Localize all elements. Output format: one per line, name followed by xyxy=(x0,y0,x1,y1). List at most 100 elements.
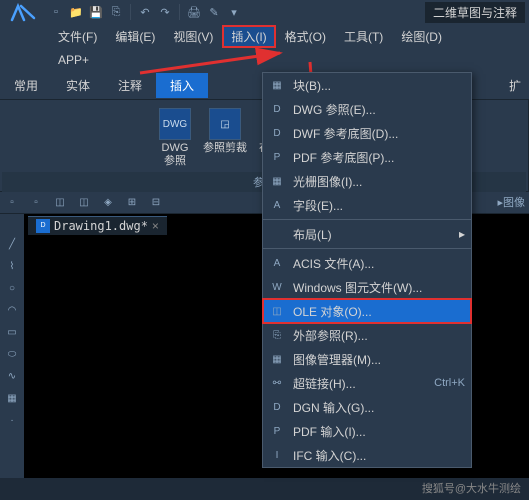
menu-item-label: ACIS 文件(A)... xyxy=(293,255,465,272)
menu-item-label: 外部参照(R)... xyxy=(293,327,465,344)
menu-item-label: 光栅图像(I)... xyxy=(293,173,465,190)
dropdown-item[interactable]: ⚯ 超链接(H)... Ctrl+K xyxy=(263,371,471,395)
dropdown-item[interactable]: D DWG 参照(E)... xyxy=(263,97,471,121)
side-image[interactable]: ▸图像 xyxy=(493,192,529,212)
dropdown-item[interactable]: D DWF 参考底图(D)... xyxy=(263,121,471,145)
dropdown-item[interactable]: 布局(L) ▸ xyxy=(263,222,471,246)
print-icon[interactable]: 🖨 xyxy=(186,4,202,20)
menu-item-label: 超链接(H)... xyxy=(293,375,426,392)
clip-ref-button[interactable]: ◲ 参照剪裁 xyxy=(199,104,251,159)
saveas-icon[interactable]: ⎘ xyxy=(108,4,124,20)
dropdown-item[interactable]: ▦ 图像管理器(M)... xyxy=(263,347,471,371)
app-logo xyxy=(4,0,44,24)
dropdown-item[interactable]: DDGN 输入(G)... xyxy=(263,395,471,419)
hatch-icon[interactable]: ▦ xyxy=(4,390,20,406)
menu-item-label: 块(B)... xyxy=(293,77,465,94)
tab-insert[interactable]: 插入 xyxy=(156,73,208,98)
dropdown-item[interactable]: ▦光栅图像(I)... xyxy=(263,169,471,193)
menu-item-icon: ▦ xyxy=(269,351,285,367)
ellipse-icon[interactable]: ⬭ xyxy=(4,346,20,362)
dropdown-item[interactable]: ▦ 块(B)... xyxy=(263,73,471,97)
menu-view[interactable]: 视图(V) xyxy=(165,26,221,47)
menu-item-label: DWG 参照(E)... xyxy=(293,101,465,118)
menu-item-icon: P xyxy=(269,149,285,165)
dropdown-item[interactable]: A字段(E)... xyxy=(263,193,471,217)
dwg-ref-button[interactable]: DWG DWG 参照 xyxy=(155,104,195,172)
spline-icon[interactable]: ∿ xyxy=(4,368,20,384)
shortcut: Ctrl+K xyxy=(434,377,465,389)
tab-ext[interactable]: 扩 xyxy=(501,73,529,98)
arc-icon[interactable]: ◠ xyxy=(4,302,20,318)
menu-item-label: DWF 参考底图(D)... xyxy=(293,125,465,142)
menu-item-icon: D xyxy=(269,101,285,117)
dropdown-item[interactable]: ⎘ 外部参照(R)... xyxy=(263,323,471,347)
save-icon[interactable]: 💾 xyxy=(88,4,104,20)
menu-file[interactable]: 文件(F) xyxy=(50,26,105,47)
line-icon[interactable]: ╱ xyxy=(4,236,20,252)
dropdown-item[interactable]: P PDF 输入(I)... xyxy=(263,419,471,443)
menu-item-label: PDF 参考底图(P)... xyxy=(293,149,465,166)
dropdown-icon[interactable]: ▾ xyxy=(226,4,242,20)
undo-icon[interactable]: ↶ xyxy=(137,4,153,20)
menu-draw[interactable]: 绘图(D) xyxy=(393,26,450,47)
menu-item-label: PDF 输入(I)... xyxy=(293,423,465,440)
tb-icon[interactable]: ▫ xyxy=(28,195,44,211)
dropdown-item[interactable]: A ACIS 文件(A)... xyxy=(263,251,471,275)
menu-item-icon: D xyxy=(269,125,285,141)
menu-edit[interactable]: 编辑(E) xyxy=(107,26,163,47)
workspace-mode[interactable]: 二维草图与注释 xyxy=(425,2,525,23)
menu-item-icon: ◫ xyxy=(269,303,285,319)
menu-item-label: DGN 输入(G)... xyxy=(293,399,465,416)
dropdown-item[interactable]: I IFC 输入(C)... xyxy=(263,443,471,467)
tb-icon[interactable]: ▫ xyxy=(4,195,20,211)
menu-insert[interactable]: 插入(I) xyxy=(223,26,274,47)
menu-app-plus[interactable]: APP+ xyxy=(50,51,97,69)
menu-item-icon xyxy=(269,226,285,242)
dropdown-item[interactable]: P PDF 参考底图(P)... xyxy=(263,145,471,169)
document-tabs: D Drawing1.dwg* × xyxy=(28,214,167,236)
circle-icon[interactable]: ○ xyxy=(4,280,20,296)
watermark: 搜狐号@大水牛测绘 xyxy=(422,480,521,496)
tb-icon[interactable]: ◫ xyxy=(52,195,68,211)
menu-item-label: Windows 图元文件(W)... xyxy=(293,279,465,296)
tab-common[interactable]: 常用 xyxy=(0,73,52,98)
menubar: 文件(F) 编辑(E) 视图(V) 插入(I) 格式(O) 工具(T) 绘图(D… xyxy=(0,24,529,72)
menu-format[interactable]: 格式(O) xyxy=(277,26,334,47)
menu-item-icon: W xyxy=(269,279,285,295)
insert-dropdown: ▦ 块(B)... D DWG 参照(E)... D DWF 参考底图(D)... P PDF… xyxy=(262,72,472,468)
rect-icon[interactable]: ▭ xyxy=(4,324,20,340)
menu-item-label: IFC 输入(C)... xyxy=(293,447,465,464)
document-tab[interactable]: D Drawing1.dwg* × xyxy=(28,216,167,235)
menu-item-icon: P xyxy=(269,423,285,439)
menu-item-label: 布局(L) xyxy=(293,226,451,243)
brush-icon[interactable]: ✎ xyxy=(206,4,222,20)
tb-icon[interactable]: ⊞ xyxy=(124,195,140,211)
dropdown-item[interactable]: W Windows 图元文件(W)... xyxy=(263,275,471,299)
point-icon[interactable]: · xyxy=(4,412,20,428)
dropdown-item[interactable]: ◫ OLE 对象(O)... xyxy=(263,299,471,323)
tb-icon[interactable]: ◈ xyxy=(100,195,116,211)
dwg-icon: DWG xyxy=(159,108,191,140)
new-icon[interactable]: ▫ xyxy=(48,4,64,20)
tab-annotate[interactable]: 注释 xyxy=(104,73,156,98)
tb-icon[interactable]: ⊟ xyxy=(148,195,164,211)
menu-item-icon: I xyxy=(269,447,285,463)
redo-icon[interactable]: ↷ xyxy=(157,4,173,20)
close-icon[interactable]: × xyxy=(152,219,159,233)
tb-icon[interactable]: ◫ xyxy=(76,195,92,211)
menu-item-icon: ▦ xyxy=(269,77,285,93)
polyline-icon[interactable]: ⌇ xyxy=(4,258,20,274)
menu-item-label: OLE 对象(O)... xyxy=(293,303,465,320)
open-icon[interactable]: 📁 xyxy=(68,4,84,20)
menu-item-icon: ⚯ xyxy=(269,375,285,391)
tab-solid[interactable]: 实体 xyxy=(52,73,104,98)
menu-tools[interactable]: 工具(T) xyxy=(336,26,391,47)
clip-icon: ◲ xyxy=(209,108,241,140)
dwg-file-icon: D xyxy=(36,219,50,233)
menu-item-icon: A xyxy=(269,255,285,271)
document-name: Drawing1.dwg* xyxy=(54,219,148,233)
submenu-icon: ▸ xyxy=(459,227,465,241)
vertical-toolbar: ╱ ⌇ ○ ◠ ▭ ⬭ ∿ ▦ · xyxy=(0,214,24,478)
menu-item-label: 图像管理器(M)... xyxy=(293,351,465,368)
menu-item-icon: ⎘ xyxy=(269,327,285,343)
